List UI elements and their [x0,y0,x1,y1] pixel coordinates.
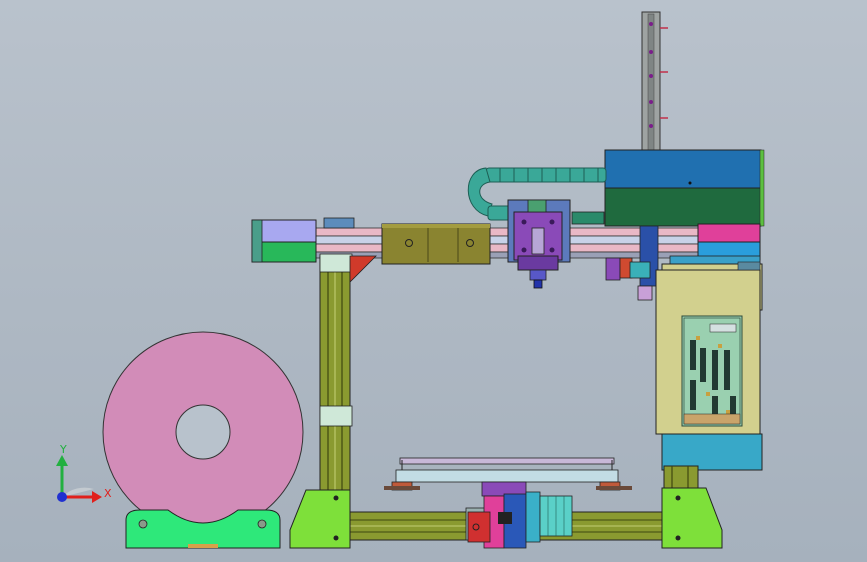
x-axis-label: X [104,487,112,500]
y-axis-label: Y [60,443,67,456]
left-foot[interactable] [289,489,351,549]
axis-triad [56,455,102,503]
mainboard[interactable] [681,315,743,427]
right-foot[interactable] [661,487,723,549]
top-motor-box[interactable] [604,149,765,227]
printer-assembly-model[interactable] [0,0,867,562]
cad-viewport[interactable]: Y X [0,0,867,562]
filament-spool[interactable] [102,331,304,533]
left-frame-upright[interactable] [319,253,377,493]
z-axis-rail[interactable] [641,11,668,153]
x-carriage-plate[interactable] [381,223,491,265]
